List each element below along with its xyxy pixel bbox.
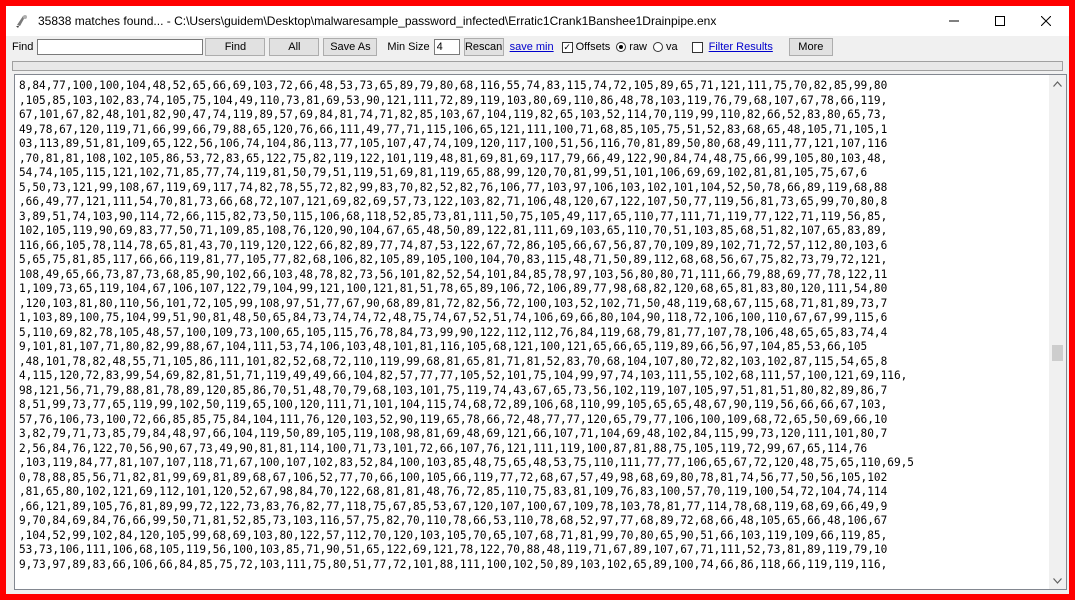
text-line: 9,73,97,89,83,66,106,66,84,85,75,72,103,… xyxy=(19,557,888,571)
filter-results-checkbox[interactable] xyxy=(691,41,703,53)
app-icon xyxy=(14,13,30,29)
text-line: 3,89,51,74,103,90,114,72,66,115,82,73,50… xyxy=(19,209,888,223)
text-line: ,120,103,81,80,110,56,101,72,105,99,108,… xyxy=(19,296,888,310)
text-line: ,66,49,77,121,111,54,70,81,73,66,68,72,1… xyxy=(19,195,888,208)
text-line: 98,121,56,71,79,88,81,78,89,120,85,86,70… xyxy=(19,383,888,397)
text-line: 1,109,73,65,119,104,67,106,107,122,79,10… xyxy=(19,282,888,295)
minimize-icon xyxy=(949,20,959,22)
text-line: 9,70,84,69,84,76,66,99,50,71,81,52,85,73… xyxy=(19,514,888,527)
text-line: 4,115,120,72,83,99,54,69,82,81,51,71,119… xyxy=(19,369,908,382)
min-size-label: Min Size xyxy=(387,41,430,53)
text-line: 1,103,89,100,75,104,99,51,90,81,48,50,65… xyxy=(19,311,888,324)
va-label: va xyxy=(666,41,678,53)
close-button[interactable] xyxy=(1023,6,1069,36)
find-input[interactable] xyxy=(37,39,204,55)
app-window: 35838 matches found... - C:\Users\guidem… xyxy=(6,6,1069,594)
text-line: 102,105,119,90,69,83,77,50,71,109,85,108… xyxy=(19,224,888,237)
close-icon xyxy=(1041,16,1051,26)
text-line: ,81,65,80,102,121,69,112,101,120,52,67,9… xyxy=(19,485,888,498)
offsets-checkbox[interactable]: ✓ xyxy=(561,41,573,53)
toolbar: Find Find All Save As Min Size Rescan sa… xyxy=(6,36,1069,58)
text-line: 5,50,73,121,99,108,67,119,69,117,74,82,7… xyxy=(19,180,888,194)
text-line: 116,66,105,78,114,78,65,81,43,70,119,120… xyxy=(19,238,888,252)
minimize-button[interactable] xyxy=(931,6,977,36)
text-line: ,105,85,103,102,83,74,105,75,104,49,110,… xyxy=(19,93,888,107)
text-line: 03,113,89,51,81,109,65,122,56,106,74,104… xyxy=(19,137,888,150)
find-button[interactable]: Find xyxy=(205,38,266,56)
text-line: 57,76,106,73,100,72,66,85,85,75,84,104,1… xyxy=(19,412,888,426)
text-line: 9,101,81,107,71,80,82,99,88,67,104,111,5… xyxy=(19,340,868,353)
text-line: 0,78,88,85,56,71,82,81,99,69,81,89,68,67… xyxy=(19,470,888,484)
text-line: ,104,52,99,102,84,120,105,99,68,69,103,8… xyxy=(19,528,888,542)
text-line: 53,73,106,111,106,68,105,119,56,100,103,… xyxy=(19,543,888,556)
scroll-down-icon[interactable] xyxy=(1049,572,1066,589)
maximize-icon xyxy=(995,16,1005,26)
offsets-label: Offsets xyxy=(575,41,611,53)
title-bar: 35838 matches found... - C:\Users\guidem… xyxy=(6,6,1069,36)
vertical-scrollbar[interactable] xyxy=(1049,75,1066,589)
save-as-button[interactable]: Save As xyxy=(323,38,378,56)
text-line: 67,101,67,82,48,101,82,90,47,74,119,89,5… xyxy=(19,108,888,121)
window-title: 35838 matches found... - C:\Users\guidem… xyxy=(38,14,717,28)
text-line: 108,49,65,66,73,87,73,68,85,90,102,66,10… xyxy=(19,267,888,281)
text-line: ,66,121,89,105,76,81,89,99,72,122,73,83,… xyxy=(19,499,888,513)
text-line: ,70,81,81,108,102,105,86,53,72,83,65,122… xyxy=(19,151,888,165)
text-line: 8,84,77,100,100,104,48,52,65,66,69,103,7… xyxy=(19,79,888,92)
text-line: ,48,101,78,82,48,55,71,105,86,111,101,82… xyxy=(19,354,888,368)
text-line: 2,56,84,76,122,70,56,90,67,73,49,90,81,8… xyxy=(19,441,868,455)
text-line: 54,74,105,115,121,102,71,85,77,74,119,81… xyxy=(19,166,868,179)
va-radio[interactable] xyxy=(653,42,664,52)
raw-label: raw xyxy=(629,41,648,53)
status-strip xyxy=(12,61,1063,71)
text-line: 3,82,79,71,73,85,79,84,48,97,66,104,119,… xyxy=(19,427,888,440)
maximize-button[interactable] xyxy=(977,6,1023,36)
filter-results-link[interactable]: Filter Results xyxy=(709,41,773,53)
save-min-link[interactable]: save min xyxy=(510,41,554,53)
scrollbar-thumb[interactable] xyxy=(1052,345,1063,361)
scroll-up-icon[interactable] xyxy=(1049,75,1066,92)
results-text-box[interactable]: 8,84,77,100,100,104,48,52,65,66,69,103,7… xyxy=(14,74,1067,590)
more-button[interactable]: More xyxy=(788,38,833,56)
rescan-button[interactable]: Rescan xyxy=(463,38,504,56)
text-line: 5,110,69,82,78,105,48,57,100,109,73,100,… xyxy=(19,325,888,339)
text-line: 49,78,67,120,119,71,66,99,66,79,88,65,12… xyxy=(19,122,888,136)
text-line: ,103,119,84,77,81,107,107,118,71,67,100,… xyxy=(19,456,914,469)
min-size-input[interactable] xyxy=(433,39,460,55)
raw-radio[interactable] xyxy=(616,42,627,52)
text-line: 8,51,99,73,77,65,119,99,102,50,119,65,10… xyxy=(19,398,888,411)
find-label: Find xyxy=(12,41,34,53)
text-line: 5,65,75,81,85,117,66,66,119,81,77,105,77… xyxy=(19,253,888,266)
results-text: 8,84,77,100,100,104,48,52,65,66,69,103,7… xyxy=(19,79,1043,585)
all-button[interactable]: All xyxy=(269,38,320,56)
